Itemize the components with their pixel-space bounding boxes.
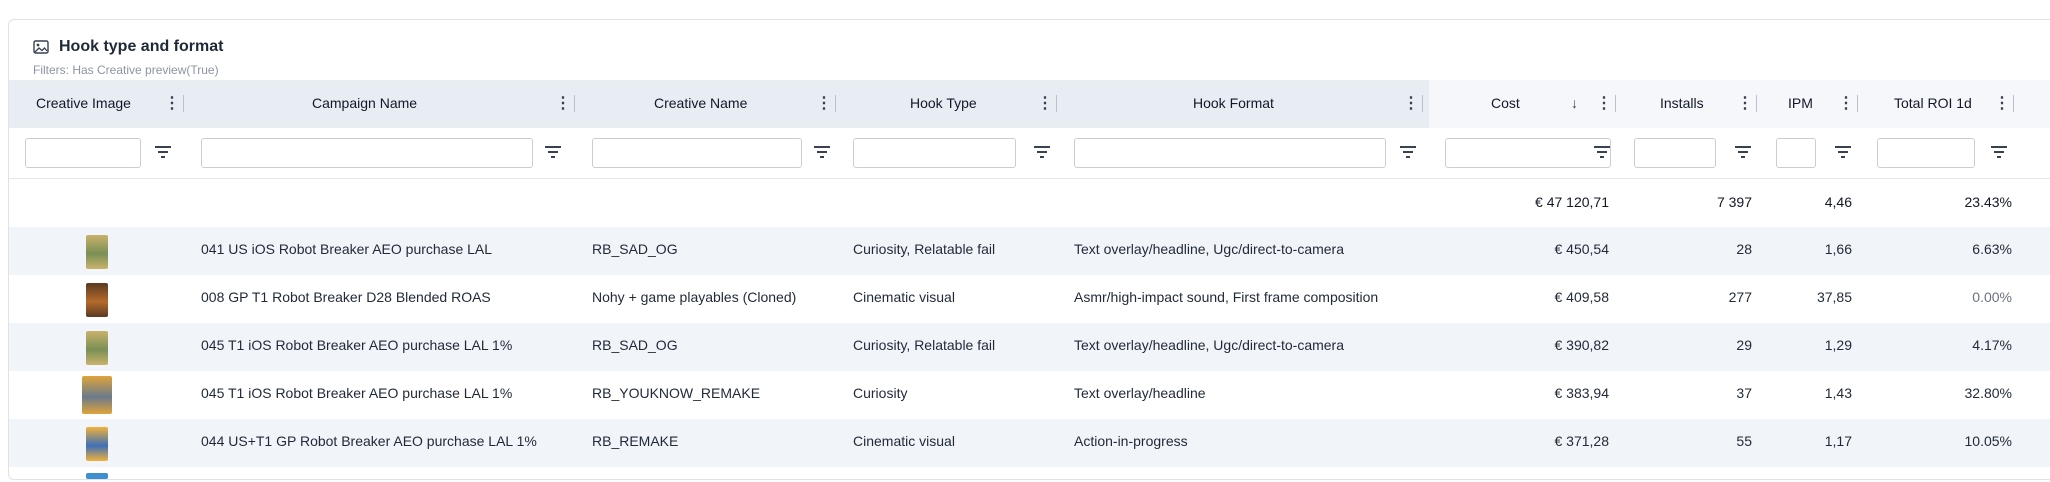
filter-input-hook-type[interactable] bbox=[853, 138, 1016, 168]
col-header-cost[interactable]: Cost bbox=[1429, 80, 1609, 128]
image-icon bbox=[33, 40, 49, 54]
cell-hook-format: Action-in-progress bbox=[1074, 433, 1188, 449]
filter-input-campaign-name[interactable] bbox=[201, 138, 533, 168]
cell-creative-name: RB_SAD_OG bbox=[592, 337, 678, 353]
table-row[interactable]: 045 T1 iOS Robot Breaker AEO purchase LA… bbox=[9, 323, 2050, 371]
widget-title: Hook type and format bbox=[59, 38, 224, 55]
table-row[interactable]: 008 GP T1 Robot Breaker D28 Blended ROAS… bbox=[9, 275, 2050, 323]
cell-installs: 277 bbox=[1728, 289, 1752, 305]
cell-total-roi-1d: 0.00% bbox=[1972, 289, 2012, 305]
table-row[interactable]: 041 US iOS Robot Breaker AEO purchase LA… bbox=[9, 227, 2050, 275]
filter-input-total-roi-1d[interactable] bbox=[1877, 138, 1975, 168]
cell-hook-format: Text overlay/headline, Ugc/direct-to-cam… bbox=[1074, 337, 1345, 353]
cell-hook-type: Curiosity, Relatable fail bbox=[853, 241, 996, 257]
col-header-hook-format[interactable]: Hook Format bbox=[1058, 80, 1428, 128]
filter-icon[interactable] bbox=[1735, 145, 1751, 159]
cell-hook-format: Asmr/high-impact sound, First frame comp… bbox=[1074, 289, 1379, 305]
table-row[interactable]: 044 US+T1 GP Robot Breaker AEO purchase … bbox=[9, 419, 2050, 467]
creative-thumbnail[interactable] bbox=[86, 331, 108, 365]
cell-installs: 29 bbox=[1736, 337, 1752, 353]
filter-icon[interactable] bbox=[814, 145, 830, 159]
filter-icon[interactable] bbox=[545, 145, 561, 159]
cell-campaign-name: 045 T1 iOS Robot Breaker AEO purchase LA… bbox=[201, 337, 513, 353]
cell-hook-type: Curiosity bbox=[853, 385, 908, 401]
column-menu-icon[interactable]: ⋮ bbox=[1596, 94, 1612, 114]
cell-installs: 37 bbox=[1736, 385, 1752, 401]
col-header-campaign-name[interactable]: Campaign Name bbox=[185, 80, 585, 128]
totals-row: € 47 120,71 7 397 4,46 23.43% bbox=[9, 179, 2050, 229]
column-menu-icon[interactable]: ⋮ bbox=[1403, 94, 1419, 114]
filter-icon[interactable] bbox=[155, 145, 171, 159]
filter-input-installs[interactable] bbox=[1634, 138, 1716, 168]
cell-cost: € 409,58 bbox=[1554, 289, 1610, 305]
cell-creative-name: RB_YOUKNOW_REMAKE bbox=[592, 385, 761, 401]
total-cost: € 47 120,71 bbox=[1535, 194, 1609, 210]
cell-hook-format: Text overlay/headline bbox=[1074, 385, 1206, 401]
cell-campaign-name: 008 GP T1 Robot Breaker D28 Blended ROAS bbox=[201, 289, 491, 305]
filter-icon[interactable] bbox=[1594, 145, 1610, 159]
cell-total-roi-1d: 32.80% bbox=[1964, 385, 2012, 401]
creative-thumbnail[interactable] bbox=[86, 283, 108, 317]
column-menu-icon[interactable]: ⋮ bbox=[816, 94, 832, 114]
column-menu-icon[interactable]: ⋮ bbox=[1838, 94, 1854, 114]
column-menu-icon[interactable]: ⋮ bbox=[1737, 94, 1753, 114]
filter-input-cost[interactable] bbox=[1445, 138, 1611, 168]
cell-ipm: 37,85 bbox=[1816, 289, 1852, 305]
creative-thumbnail[interactable] bbox=[86, 235, 108, 269]
filter-row bbox=[9, 128, 2050, 179]
total-installs: 7 397 bbox=[1716, 194, 1752, 210]
column-menu-icon[interactable]: ⋮ bbox=[164, 94, 180, 114]
creative-thumbnail[interactable] bbox=[82, 376, 112, 414]
widget-card: Hook type and format Filters: Has Creati… bbox=[8, 19, 2050, 480]
cell-cost: € 383,94 bbox=[1554, 385, 1610, 401]
cell-creative-name: Nohy + game playables (Cloned) bbox=[592, 289, 797, 305]
cell-creative-name: RB_REMAKE bbox=[592, 433, 679, 449]
filter-input-creative-name[interactable] bbox=[592, 138, 802, 168]
cell-total-roi-1d: 6.63% bbox=[1972, 241, 2012, 257]
col-header-installs[interactable]: Installs bbox=[1617, 80, 1757, 128]
cell-campaign-name: 044 US+T1 GP Robot Breaker AEO purchase … bbox=[201, 433, 537, 449]
filter-input-ipm[interactable] bbox=[1776, 138, 1816, 168]
filters-note: Filters: Has Creative preview(True) bbox=[33, 63, 219, 77]
cell-total-roi-1d: 4.17% bbox=[1972, 337, 2012, 353]
cell-campaign-name: 045 T1 iOS Robot Breaker AEO purchase LA… bbox=[201, 385, 513, 401]
cell-cost: € 371,28 bbox=[1554, 433, 1610, 449]
cell-hook-type: Cinematic visual bbox=[853, 289, 955, 305]
filter-icon[interactable] bbox=[1835, 145, 1851, 159]
cell-cost: € 450,54 bbox=[1554, 241, 1610, 257]
col-header-creative-image[interactable]: Creative Image bbox=[9, 80, 189, 128]
cell-installs: 28 bbox=[1736, 241, 1752, 257]
column-menu-icon[interactable]: ⋮ bbox=[555, 94, 571, 114]
sort-desc-icon[interactable]: ↓ bbox=[1571, 95, 1578, 111]
cell-hook-format: Text overlay/headline, Ugc/direct-to-cam… bbox=[1074, 241, 1345, 257]
filter-input-hook-format[interactable] bbox=[1074, 138, 1386, 168]
creative-thumbnail[interactable] bbox=[86, 427, 108, 461]
column-menu-icon[interactable]: ⋮ bbox=[1037, 94, 1053, 114]
cell-cost: € 390,82 bbox=[1554, 337, 1610, 353]
total-ipm: 4,46 bbox=[1824, 194, 1852, 210]
cell-hook-type: Cinematic visual bbox=[853, 433, 955, 449]
cell-ipm: 1,17 bbox=[1824, 433, 1852, 449]
total-roi-1d: 23.43% bbox=[1964, 194, 2012, 210]
cell-ipm: 1,66 bbox=[1824, 241, 1852, 257]
cell-creative-name: RB_SAD_OG bbox=[592, 241, 678, 257]
filter-input-creative-image[interactable] bbox=[25, 138, 141, 168]
creative-thumbnail[interactable] bbox=[86, 473, 108, 479]
col-header-creative-name[interactable]: Creative Name bbox=[576, 80, 836, 128]
cell-total-roi-1d: 10.05% bbox=[1964, 433, 2012, 449]
grid-header: Creative Image ⋮ Campaign Name ⋮ Creativ… bbox=[9, 80, 2050, 128]
column-menu-icon[interactable]: ⋮ bbox=[1994, 94, 2010, 114]
cell-hook-type: Curiosity, Relatable fail bbox=[853, 337, 996, 353]
filter-icon[interactable] bbox=[1991, 145, 2007, 159]
cell-campaign-name: 041 US iOS Robot Breaker AEO purchase LA… bbox=[201, 241, 493, 257]
filter-icon[interactable] bbox=[1400, 145, 1416, 159]
col-header-hook-type[interactable]: Hook Type bbox=[837, 80, 1057, 128]
table-row[interactable]: 045 T1 iOS Robot Breaker AEO purchase LA… bbox=[9, 371, 2050, 419]
widget-header: Hook type and format Filters: Has Creati… bbox=[33, 34, 223, 84]
cell-ipm: 1,43 bbox=[1824, 385, 1852, 401]
cell-installs: 55 bbox=[1736, 433, 1752, 449]
filter-icon[interactable] bbox=[1034, 145, 1050, 159]
cell-ipm: 1,29 bbox=[1824, 337, 1852, 353]
